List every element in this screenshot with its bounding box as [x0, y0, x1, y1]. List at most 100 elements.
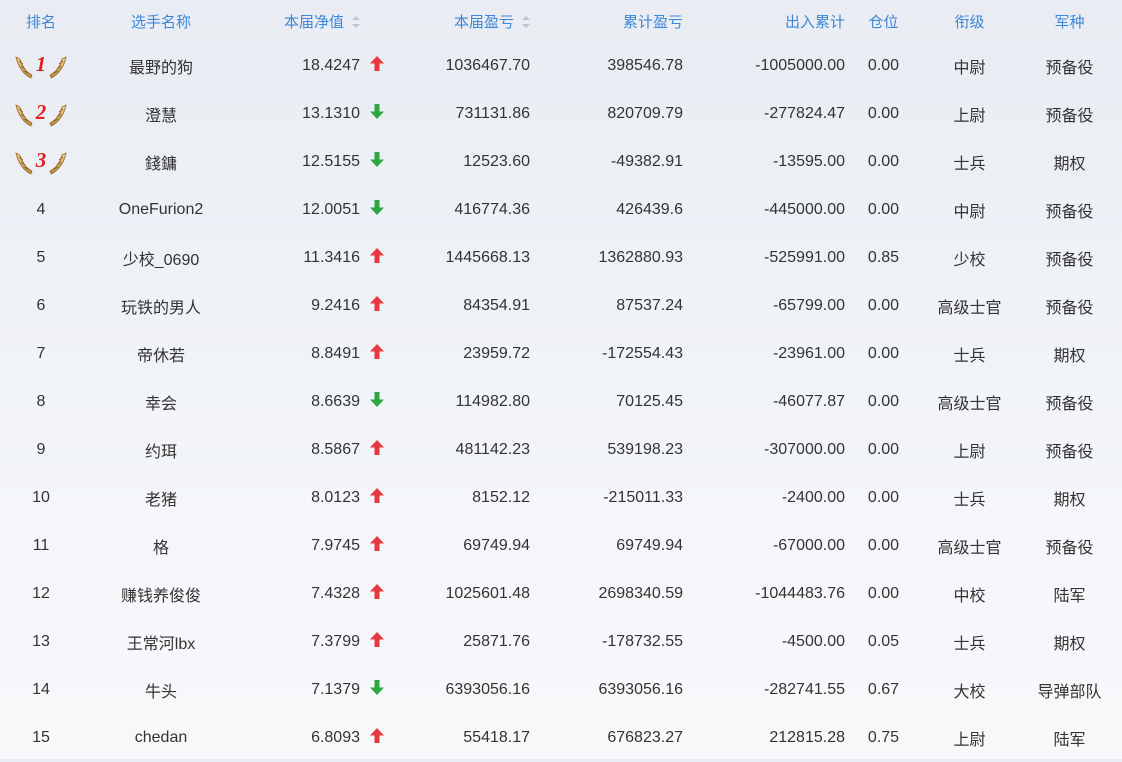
branch-value: 预备役	[1045, 396, 1094, 413]
column-header-profit[interactable]: 本届盈亏	[405, 0, 530, 42]
branch-value: 预备役	[1045, 60, 1094, 77]
player-name[interactable]: 最野的狗	[82, 42, 240, 90]
table-row: 13 王常河lbx 7.3799 25871.76 -178732.55 -4500.00…	[0, 618, 1122, 666]
player-name[interactable]: 赚钱养俊俊	[82, 570, 240, 618]
profit-value: 8152.12	[472, 489, 530, 506]
cumulative-value: 426439.6	[616, 201, 683, 218]
player-name[interactable]: 王常河lbx	[82, 618, 240, 666]
grade-value: 中尉	[953, 60, 986, 77]
player-name[interactable]: 牛头	[82, 666, 240, 714]
column-header-flow: 出入累计	[784, 13, 845, 31]
rank-number: 2	[35, 100, 47, 124]
rank-number: 5	[36, 249, 46, 266]
up-arrow-icon	[370, 488, 386, 504]
up-arrow-icon	[370, 440, 386, 456]
grade-value: 士兵	[953, 156, 986, 173]
column-header-rank: 排名	[25, 13, 56, 31]
rank-number: 12	[32, 585, 50, 602]
cumulative-value: -49382.91	[610, 153, 683, 170]
rank-number: 6	[36, 297, 46, 314]
branch-value: 导弹部队	[1037, 684, 1102, 701]
profit-value: 23959.72	[463, 345, 530, 362]
player-name[interactable]: OneFurion2	[82, 186, 240, 234]
cumulative-value: 1362880.93	[598, 249, 683, 266]
position-value: 0.00	[867, 441, 900, 458]
cumulative-value: 539198.23	[607, 441, 683, 458]
position-value: 0.00	[867, 57, 900, 74]
down-arrow-icon	[370, 200, 386, 216]
position-value: 0.67	[867, 681, 900, 698]
up-arrow-icon	[370, 344, 386, 360]
sort-icon[interactable]	[522, 15, 530, 28]
rank-number: 13	[32, 633, 50, 650]
player-name[interactable]: 帝休若	[82, 330, 240, 378]
position-value: 0.00	[867, 297, 900, 314]
trend-cell	[360, 186, 405, 234]
rank-number: 8	[36, 393, 46, 410]
rank-cell: 1	[0, 42, 82, 90]
player-name[interactable]: 錢鏞	[82, 138, 240, 186]
trend-cell	[360, 522, 405, 570]
rank-cell: 6	[0, 282, 82, 330]
grade-value: 中尉	[953, 204, 986, 221]
up-arrow-icon	[370, 728, 386, 744]
table-row: 14 牛头 7.1379 6393056.16 6393056.16 -282741.55…	[0, 666, 1122, 714]
table-row: 1 最野的狗 18.4247 1036467.70 398546.78 -1005000.…	[0, 42, 1122, 90]
position-value: 0.00	[867, 393, 900, 410]
column-header-nav[interactable]: 本届净值	[240, 0, 360, 42]
flow-value: -2400.00	[781, 489, 845, 506]
player-name[interactable]: 少校_0690	[82, 234, 240, 282]
profit-value: 55418.17	[463, 729, 530, 746]
player-name[interactable]: 幸会	[82, 378, 240, 426]
nav-value: 12.0051	[302, 201, 360, 218]
profit-value: 6393056.16	[445, 681, 530, 698]
branch-value: 预备役	[1045, 252, 1094, 269]
rank-cell: 15	[0, 714, 82, 762]
rank-cell: 7	[0, 330, 82, 378]
branch-value: 预备役	[1045, 300, 1094, 317]
flow-value: -23961.00	[772, 345, 845, 362]
down-arrow-icon	[370, 104, 386, 120]
profit-value: 416774.36	[454, 201, 530, 218]
rank-number: 7	[36, 345, 46, 362]
rank-cell: 8	[0, 378, 82, 426]
trend-cell	[360, 330, 405, 378]
nav-value: 7.4328	[311, 585, 360, 602]
nav-value: 8.0123	[311, 489, 360, 506]
nav-value: 12.5155	[302, 153, 360, 170]
table-row: 8 幸会 8.6639 114982.80 70125.45 -46077.87 0.00 高…	[0, 378, 1122, 426]
player-name[interactable]: chedan	[82, 714, 240, 762]
rank-cell: 14	[0, 666, 82, 714]
grade-value: 少校	[953, 252, 986, 269]
cumulative-value: 6393056.16	[598, 681, 683, 698]
flow-value: -277824.47	[764, 105, 845, 122]
up-arrow-icon	[370, 536, 386, 552]
flow-value: -65799.00	[772, 297, 845, 314]
sort-icon[interactable]	[352, 15, 360, 28]
profit-value: 25871.76	[463, 633, 530, 650]
down-arrow-icon	[370, 680, 386, 696]
grade-value: 上尉	[953, 108, 986, 125]
player-name[interactable]: 约珥	[82, 426, 240, 474]
grade-value: 高级士官	[937, 540, 1002, 557]
player-name[interactable]: 老猪	[82, 474, 240, 522]
branch-value: 预备役	[1045, 204, 1094, 221]
trend-cell	[360, 714, 405, 762]
player-name[interactable]: 澄慧	[82, 90, 240, 138]
player-name[interactable]: 格	[82, 522, 240, 570]
rank-cell: 13	[0, 618, 82, 666]
position-value: 0.00	[867, 153, 900, 170]
player-name[interactable]: 玩铁的男人	[82, 282, 240, 330]
up-arrow-icon	[370, 584, 386, 600]
nav-value: 9.2416	[311, 297, 360, 314]
flow-value: -525991.00	[764, 249, 845, 266]
flow-value: -1044483.76	[755, 585, 845, 602]
profit-value: 1025601.48	[445, 585, 530, 602]
trend-cell	[360, 378, 405, 426]
rank-medal-wings-icon: 3	[14, 147, 68, 177]
profit-value: 12523.60	[463, 153, 530, 170]
trend-cell	[360, 138, 405, 186]
position-value: 0.00	[867, 345, 900, 362]
branch-value: 预备役	[1045, 444, 1094, 461]
grade-value: 士兵	[953, 636, 986, 653]
